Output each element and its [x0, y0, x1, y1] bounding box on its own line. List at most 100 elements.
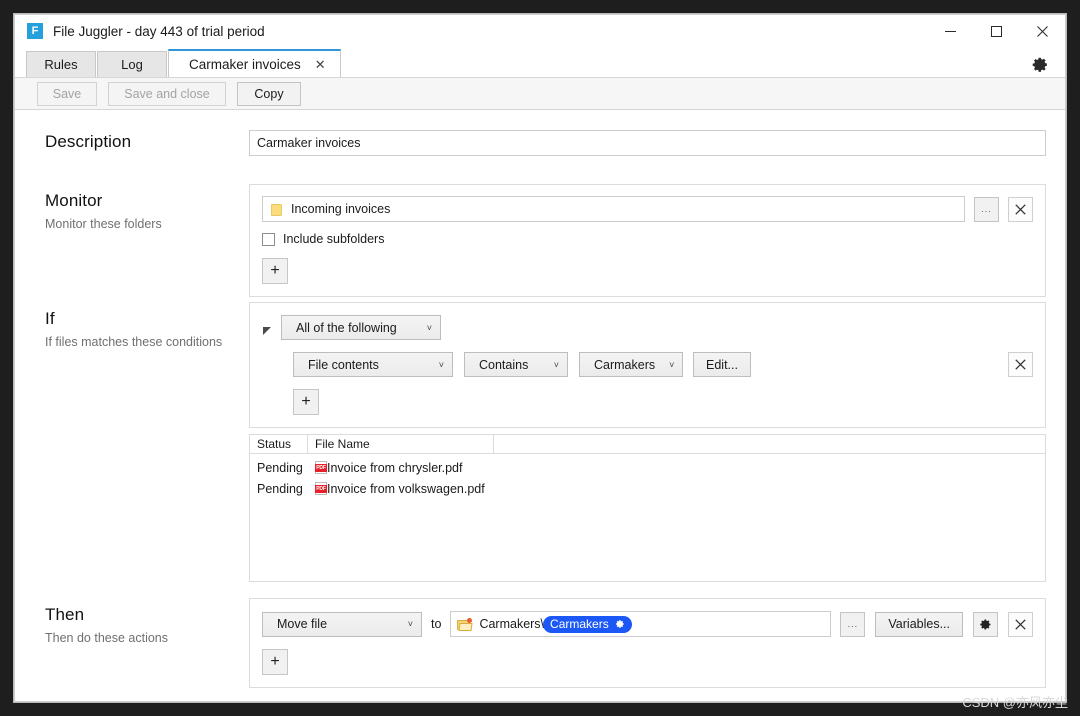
- include-subfolders-label: Include subfolders: [283, 232, 385, 246]
- monitor-section: Monitor Monitor these folders Incoming i…: [15, 184, 1065, 297]
- maximize-icon[interactable]: [973, 15, 1019, 47]
- column-header-status[interactable]: Status: [250, 435, 308, 453]
- file-name-cell: PDF Invoice from chrysler.pdf: [308, 461, 1045, 475]
- folder-icon: [270, 203, 283, 216]
- settings-gear-icon[interactable]: [1029, 53, 1051, 75]
- pdf-file-icon: PDF: [315, 461, 327, 474]
- monitor-browse-button[interactable]: ...: [974, 196, 999, 222]
- if-match-mode-value: All of the following: [296, 320, 397, 335]
- condition-remove-button[interactable]: [1008, 352, 1033, 377]
- column-header-file-name[interactable]: File Name: [308, 435, 494, 453]
- destination-path-input[interactable]: Carmakers\ Carmakers: [450, 611, 832, 637]
- condition-operator-dropdown[interactable]: Contains ˅: [464, 352, 568, 377]
- if-add-condition-button[interactable]: +: [293, 389, 319, 415]
- monitor-subtitle: Monitor these folders: [45, 217, 162, 231]
- description-field-col: Carmaker invoices: [249, 130, 1065, 156]
- action-type-dropdown[interactable]: Move file ˅: [262, 611, 422, 637]
- monitor-folder-input[interactable]: Incoming invoices: [262, 196, 965, 222]
- save-button[interactable]: Save: [37, 81, 97, 106]
- monitor-remove-button[interactable]: [1008, 196, 1033, 222]
- open-folder-icon: [457, 617, 473, 631]
- then-add-action-button[interactable]: +: [262, 649, 288, 675]
- watermark: CSDN @亦风亦尘: [962, 695, 1068, 710]
- save-and-close-button[interactable]: Save and close: [108, 81, 226, 106]
- chevron-down-icon: ˅: [669, 359, 675, 370]
- condition-field-dropdown[interactable]: File contents ˅: [293, 352, 453, 377]
- table-row[interactable]: Pending PDF Invoice from volkswagen.pdf: [250, 478, 1045, 499]
- minimize-icon[interactable]: [927, 15, 973, 47]
- variable-token-label: Carmakers: [550, 617, 609, 631]
- description-title: Description: [45, 132, 132, 151]
- tab-rules[interactable]: Rules: [26, 51, 96, 77]
- monitor-folder-row: Incoming invoices ...: [262, 196, 1033, 222]
- chevron-down-icon: ˅: [407, 619, 413, 629]
- file-list-header: Status File Name: [250, 435, 1045, 454]
- to-label: to: [431, 617, 442, 631]
- if-section: If If files matches these conditions All…: [15, 302, 1065, 582]
- variables-button[interactable]: Variables...: [875, 611, 963, 637]
- screenshot-root: F File Juggler - day 443 of trial period…: [0, 0, 1080, 716]
- column-header-extra[interactable]: [494, 435, 1045, 453]
- then-title: Then: [45, 605, 85, 624]
- description-section: Description Carmaker invoices: [15, 130, 1065, 156]
- toolbar: Save Save and close Copy: [15, 77, 1065, 110]
- tab-carmaker-invoices[interactable]: Carmaker invoices ✕: [168, 49, 341, 77]
- table-row[interactable]: Pending PDF Invoice from chrysler.pdf: [250, 457, 1045, 478]
- collapse-triangle-icon[interactable]: [262, 323, 272, 335]
- matched-files-list[interactable]: Status File Name Pending PDF Invoice fro…: [249, 434, 1046, 582]
- then-panel: Move file ˅ to Carmakers\ Carmakers ... …: [249, 598, 1046, 688]
- chevron-down-icon: ˅: [553, 359, 559, 370]
- monitor-labels: Monitor Monitor these folders: [15, 184, 249, 297]
- tab-strip: Rules Log Carmaker invoices ✕: [15, 47, 1065, 77]
- monitor-folder-value: Incoming invoices: [291, 202, 391, 216]
- if-subtitle: If files matches these conditions: [45, 335, 223, 349]
- copy-button[interactable]: Copy: [237, 81, 301, 106]
- window-controls: [927, 15, 1065, 47]
- tab-log[interactable]: Log: [97, 51, 167, 77]
- description-input[interactable]: Carmaker invoices: [249, 130, 1046, 156]
- then-subtitle: Then do these actions: [45, 631, 168, 645]
- condition-operator-value: Contains: [479, 357, 529, 372]
- if-labels: If If files matches these conditions: [15, 302, 249, 582]
- file-name: Invoice from volkswagen.pdf: [327, 481, 485, 496]
- file-status: Pending: [257, 460, 303, 475]
- action-settings-gear-icon[interactable]: [973, 611, 998, 637]
- monitor-title: Monitor: [45, 191, 103, 210]
- if-panel: All of the following ˅ File contents ˅ C…: [249, 302, 1046, 428]
- close-icon[interactable]: [1019, 15, 1065, 47]
- monitor-add-folder-button[interactable]: +: [262, 258, 288, 284]
- file-name-cell: PDF Invoice from volkswagen.pdf: [308, 482, 1045, 496]
- tab-label: Log: [121, 57, 143, 72]
- if-match-mode-row: All of the following ˅: [262, 315, 1033, 340]
- title-bar: F File Juggler - day 443 of trial period: [15, 15, 1065, 47]
- description-labels: Description: [15, 130, 249, 156]
- destination-browse-button[interactable]: ...: [840, 611, 866, 637]
- tab-label: Carmaker invoices: [189, 56, 301, 72]
- include-subfolders-row[interactable]: Include subfolders: [262, 232, 1033, 246]
- include-subfolders-checkbox[interactable]: [262, 232, 275, 246]
- if-field-col: All of the following ˅ File contents ˅ C…: [249, 302, 1065, 582]
- chevron-down-icon: ˅: [438, 359, 444, 370]
- then-labels: Then Then do these actions: [15, 598, 249, 688]
- action-type-value: Move file: [277, 617, 328, 631]
- condition-edit-button[interactable]: Edit...: [693, 352, 751, 377]
- then-section: Then Then do these actions Move file ˅ t…: [15, 598, 1065, 688]
- pdf-file-icon: PDF: [315, 482, 327, 495]
- condition-value: Carmakers: [594, 357, 656, 372]
- if-match-mode-dropdown[interactable]: All of the following ˅: [281, 315, 441, 340]
- action-remove-button[interactable]: [1008, 611, 1033, 637]
- tab-label: Rules: [44, 57, 78, 72]
- gear-icon[interactable]: [615, 619, 625, 629]
- condition-value-dropdown[interactable]: Carmakers ˅: [579, 352, 683, 377]
- monitor-panel: Incoming invoices ... Include subfolders: [249, 184, 1046, 297]
- variable-token[interactable]: Carmakers: [543, 615, 632, 633]
- tab-close-icon[interactable]: ✕: [315, 58, 326, 71]
- app-icon: F: [27, 23, 43, 39]
- file-name: Invoice from chrysler.pdf: [327, 460, 463, 475]
- then-add-row: +: [262, 649, 1033, 675]
- application-window: F File Juggler - day 443 of trial period…: [14, 14, 1066, 702]
- monitor-field-col: Incoming invoices ... Include subfolders: [249, 184, 1065, 297]
- file-status: Pending: [257, 481, 303, 496]
- destination-prefix: Carmakers\: [479, 617, 545, 631]
- chevron-down-icon: ˅: [426, 322, 432, 333]
